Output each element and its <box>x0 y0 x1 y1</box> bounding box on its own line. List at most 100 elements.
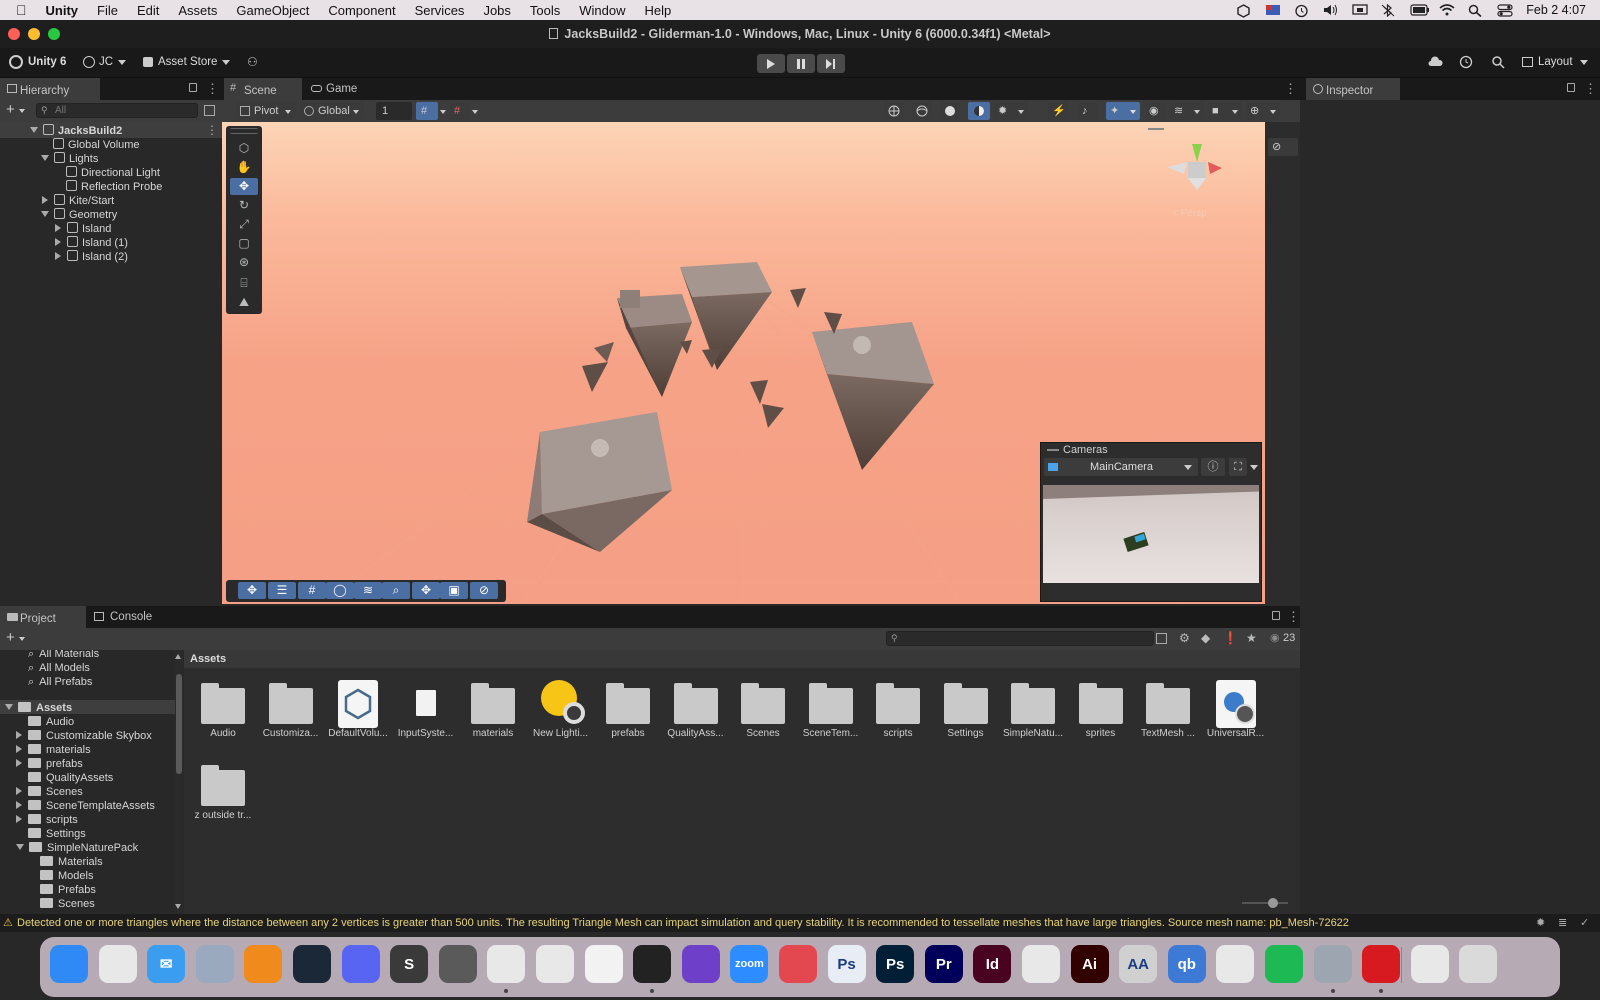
overlay-handle[interactable] <box>1148 128 1164 130</box>
acrobat-reader-icon[interactable] <box>1022 945 1060 983</box>
history-icon[interactable] <box>1459 55 1473 72</box>
sublime-icon[interactable]: S <box>390 945 429 983</box>
floating-rock[interactable] <box>594 342 614 362</box>
overlay-drag-handle[interactable] <box>230 128 258 134</box>
favorite-all-prefabs[interactable]: ⌕ All Prefabs <box>28 676 92 690</box>
display-icon[interactable] <box>1352 4 1368 16</box>
tree-folder-snp-scenes[interactable]: Scenes <box>40 898 95 912</box>
rect-tool-button[interactable]: ▢ <box>230 235 258 252</box>
collapsed-arrow-icon[interactable] <box>55 238 61 246</box>
account-dropdown[interactable]: JC <box>99 56 113 68</box>
collapsed-arrow-icon[interactable] <box>16 787 22 795</box>
tree-folder-scripts[interactable]: scripts <box>16 814 78 828</box>
menu-jobs[interactable]: Jobs <box>483 3 510 18</box>
photoshop-beta-icon[interactable]: Ps <box>827 945 866 983</box>
zoom-icon[interactable]: zoom <box>730 945 769 983</box>
chrome-icon[interactable] <box>1216 945 1255 983</box>
unity-editor-icon[interactable] <box>1313 945 1352 983</box>
asset-item[interactable]: Scenes <box>729 680 797 739</box>
hand-tool-button[interactable]: ✋ <box>230 159 258 176</box>
play-button[interactable] <box>757 54 785 73</box>
collapsed-arrow-icon[interactable] <box>16 815 22 823</box>
tree-folder-assets[interactable]: Assets <box>5 702 72 716</box>
filter-by-type-icon[interactable]: ⚙ <box>1179 631 1190 645</box>
steam-icon[interactable] <box>293 945 331 983</box>
add-icon[interactable]: + <box>6 629 15 646</box>
gizmos-dropdown[interactable]: ⊕ <box>1246 102 1280 120</box>
lock-icon[interactable] <box>1567 83 1575 92</box>
grid-toggle-button[interactable]: # <box>416 102 438 120</box>
premiere-icon[interactable]: Pr <box>924 945 963 983</box>
effects-dropdown[interactable]: ✦ <box>1106 102 1140 120</box>
more-options-icon[interactable]: ⋮ <box>206 81 219 97</box>
asset-store-dropdown[interactable]: Asset Store <box>158 56 217 68</box>
version-control-icon[interactable]: ⚇ <box>247 55 258 69</box>
more-options-icon[interactable]: ⋮ <box>1284 81 1297 97</box>
expand-arrow-icon[interactable] <box>41 155 49 161</box>
asset-item[interactable]: QualityAss... <box>662 680 730 739</box>
apple-menu-icon[interactable]:  <box>16 2 27 18</box>
documents-stack-icon[interactable] <box>1410 945 1449 983</box>
status-bar[interactable]: ⚠ Detected one or more triangles where t… <box>0 914 1600 932</box>
menu-services[interactable]: Services <box>415 3 465 18</box>
search-by-type-icon[interactable] <box>1156 633 1167 644</box>
asset-item[interactable]: DefaultVolu... <box>324 680 392 739</box>
grid-tool-button[interactable]: # <box>298 582 326 599</box>
favorite-star-icon[interactable]: ★ <box>1246 631 1257 645</box>
add-icon[interactable]: + <box>6 101 15 118</box>
bug-icon[interactable]: ✹ <box>1536 914 1545 932</box>
tree-scrollbar[interactable] <box>175 650 183 914</box>
floating-rock[interactable] <box>790 288 806 308</box>
scene-visibility-button[interactable]: ◉ <box>1146 102 1166 120</box>
cloud-icon[interactable] <box>1427 55 1443 70</box>
tree-folder-scenetemplateassets[interactable]: SceneTemplateAssets <box>16 800 155 814</box>
favorite-all-models[interactable]: ⌕ All Models <box>28 662 90 676</box>
tree-item-directional-light[interactable]: Directional Light <box>66 166 160 180</box>
importlog-icon[interactable]: ❗ <box>1223 631 1238 645</box>
unity-hub-icon[interactable] <box>438 945 477 983</box>
vlc-icon[interactable] <box>244 945 283 983</box>
asset-item[interactable]: sprites <box>1067 680 1135 739</box>
tree-folder-snp-materials[interactable]: Materials <box>40 856 103 870</box>
scale-tool-button[interactable]: ⤢ <box>230 216 258 233</box>
tree-folder-snp-models[interactable]: Models <box>40 870 93 884</box>
font-book-icon[interactable]: AA <box>1119 945 1158 983</box>
database-icon[interactable]: ≣ <box>1558 914 1567 932</box>
island-main[interactable] <box>527 412 672 552</box>
menu-gameobject[interactable]: GameObject <box>236 3 309 18</box>
asset-item[interactable]: InputSyste... <box>392 680 460 739</box>
scroll-up-icon[interactable] <box>175 654 181 659</box>
chevron-down-icon[interactable] <box>472 110 478 114</box>
indesign-icon[interactable]: Id <box>973 945 1012 983</box>
camera-tool-button[interactable]: ▣ <box>440 582 468 599</box>
compass-tool-button[interactable]: ⊘ <box>470 582 498 599</box>
discord-icon[interactable] <box>341 945 380 983</box>
menu-help[interactable]: Help <box>645 3 672 18</box>
spotlight-search-icon[interactable] <box>1468 4 1483 18</box>
pause-button[interactable] <box>787 54 815 73</box>
spotify-icon[interactable] <box>1265 945 1303 983</box>
move-tool-button[interactable]: ✥ <box>230 178 258 195</box>
close-window-button[interactable] <box>8 28 20 40</box>
bluetooth-off-icon[interactable] <box>1381 3 1396 18</box>
clock[interactable]: Feb 2 4:07 <box>1526 3 1586 17</box>
github-icon[interactable] <box>681 945 720 983</box>
probuilder-tool-button[interactable]: ⌸ <box>230 275 258 292</box>
camera-select-dropdown[interactable]: MainCamera <box>1044 458 1198 476</box>
debug-draw-dropdown[interactable]: ✹ <box>994 102 1028 120</box>
shaded-button[interactable] <box>940 102 960 120</box>
terrain-tool-button[interactable]: ⛰ <box>230 294 258 311</box>
probuilder-vertex-button[interactable]: ✥ <box>238 582 266 599</box>
icon-size-slider[interactable] <box>1242 898 1288 908</box>
check-icon[interactable]: ✓ <box>1580 914 1589 932</box>
scroll-down-icon[interactable] <box>175 904 181 909</box>
overlay-drag-handle[interactable] <box>1047 449 1059 451</box>
asset-item[interactable]: UniversalR... <box>1202 680 1270 739</box>
sphere-tool-button[interactable]: ◯ <box>326 582 354 599</box>
volume-icon[interactable] <box>1323 4 1338 16</box>
scene-menu-icon[interactable]: ⋮ <box>206 123 218 137</box>
app-menu[interactable]: Unity <box>46 3 79 18</box>
scene-visibility-icon[interactable] <box>204 105 215 116</box>
layers-dropdown[interactable]: ≋ <box>1170 102 1204 120</box>
status-message[interactable]: Detected one or more triangles where the… <box>17 914 1349 932</box>
